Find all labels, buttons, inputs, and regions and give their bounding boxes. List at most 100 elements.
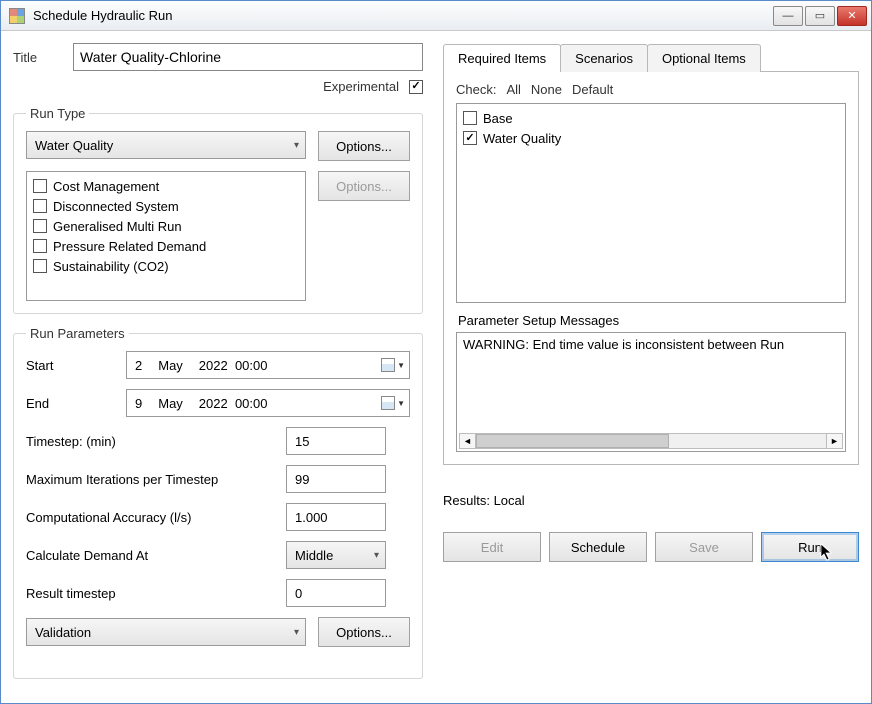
validation-row: Validation ▾ Options... xyxy=(26,617,410,647)
scroll-right-icon[interactable]: ► xyxy=(826,434,842,448)
checkbox-icon[interactable] xyxy=(33,179,47,193)
run-params-legend: Run Parameters xyxy=(26,326,129,341)
maxiter-input[interactable] xyxy=(286,465,386,493)
run-type-dropdown[interactable]: Water Quality ▾ xyxy=(26,131,306,159)
run-button[interactable]: Run xyxy=(761,532,859,562)
check-links: Check: All None Default xyxy=(456,82,846,97)
validation-dropdown[interactable]: Validation ▾ xyxy=(26,618,306,646)
psm-message: WARNING: End time value is inconsistent … xyxy=(463,337,839,352)
compacc-input[interactable] xyxy=(286,503,386,531)
schedule-button[interactable]: Schedule xyxy=(549,532,647,562)
checkbox-icon[interactable] xyxy=(33,259,47,273)
maximize-icon: ▭ xyxy=(815,9,825,22)
run-params-group: Run Parameters Start 2 May 2022 00:00 ▼ xyxy=(13,326,423,679)
start-datetime-input[interactable]: 2 May 2022 00:00 ▼ xyxy=(126,351,410,379)
left-column: Title Experimental Run Type Water Qualit… xyxy=(13,43,423,691)
list-item[interactable]: Base xyxy=(463,108,839,128)
chevron-down-icon: ▼ xyxy=(397,361,405,370)
scroll-track[interactable] xyxy=(476,434,826,448)
window: Schedule Hydraulic Run — ▭ ✕ Title Exper… xyxy=(0,0,872,704)
right-column: Required Items Scenarios Optional Items … xyxy=(443,43,859,691)
calcdemand-row: Calculate Demand At Middle ▾ xyxy=(26,541,410,569)
experimental-checkbox[interactable] xyxy=(409,80,423,94)
calendar-icon xyxy=(381,358,395,372)
chevron-down-icon: ▾ xyxy=(294,140,299,151)
calcdemand-dropdown[interactable]: Middle ▾ xyxy=(286,541,386,569)
timestep-label: Timestep: (min) xyxy=(26,434,286,449)
experimental-row: Experimental xyxy=(13,79,423,94)
compacc-label: Computational Accuracy (l/s) xyxy=(26,510,286,525)
scroll-left-icon[interactable]: ◄ xyxy=(460,434,476,448)
maxiter-label: Maximum Iterations per Timestep xyxy=(26,472,286,487)
experimental-label: Experimental xyxy=(323,79,399,94)
list-item[interactable]: Sustainability (CO2) xyxy=(33,256,299,276)
title-row: Title xyxy=(13,43,423,71)
run-type-options-button[interactable]: Options... xyxy=(318,131,410,161)
start-row: Start 2 May 2022 00:00 ▼ xyxy=(26,351,410,379)
window-title: Schedule Hydraulic Run xyxy=(33,8,765,23)
calendar-icon xyxy=(381,396,395,410)
resultts-row: Result timestep xyxy=(26,579,410,607)
results-label: Results: Local xyxy=(443,493,859,508)
minimize-icon: — xyxy=(783,10,794,22)
list-item[interactable]: Cost Management xyxy=(33,176,299,196)
checkbox-icon[interactable] xyxy=(463,111,477,125)
run-type-value: Water Quality xyxy=(35,138,113,153)
close-icon: ✕ xyxy=(847,9,856,22)
maxiter-row: Maximum Iterations per Timestep xyxy=(26,465,410,493)
titlebar: Schedule Hydraulic Run — ▭ ✕ xyxy=(1,1,871,31)
psm-box[interactable]: WARNING: End time value is inconsistent … xyxy=(456,332,846,452)
check-none-link[interactable]: None xyxy=(531,82,562,97)
horizontal-scrollbar[interactable]: ◄ ► xyxy=(459,433,843,449)
check-all-link[interactable]: All xyxy=(506,82,520,97)
scroll-thumb[interactable] xyxy=(476,434,669,448)
run-type-list[interactable]: Cost Management Disconnected System Gene… xyxy=(26,171,306,301)
chevron-down-icon: ▼ xyxy=(397,399,405,408)
list-item[interactable]: Water Quality xyxy=(463,128,839,148)
maximize-button[interactable]: ▭ xyxy=(805,6,835,26)
close-button[interactable]: ✕ xyxy=(837,6,867,26)
list-item[interactable]: Generalised Multi Run xyxy=(33,216,299,236)
checkbox-icon[interactable] xyxy=(33,239,47,253)
window-controls: — ▭ ✕ xyxy=(773,6,867,26)
checkbox-icon[interactable] xyxy=(33,219,47,233)
compacc-row: Computational Accuracy (l/s) xyxy=(26,503,410,531)
timestep-row: Timestep: (min) xyxy=(26,427,410,455)
tab-optional-items[interactable]: Optional Items xyxy=(647,44,761,72)
cursor-icon xyxy=(820,543,834,561)
scenario-list[interactable]: Base Water Quality xyxy=(456,103,846,303)
tab-pane: Check: All None Default Base Water Quali… xyxy=(443,72,859,465)
validation-options-button[interactable]: Options... xyxy=(318,617,410,647)
timestep-input[interactable] xyxy=(286,427,386,455)
end-label: End xyxy=(26,396,126,411)
resultts-label: Result timestep xyxy=(26,586,286,601)
tab-scenarios[interactable]: Scenarios xyxy=(560,44,648,72)
chevron-down-icon: ▾ xyxy=(294,627,299,638)
end-datetime-input[interactable]: 9 May 2022 00:00 ▼ xyxy=(126,389,410,417)
start-label: Start xyxy=(26,358,126,373)
tabs: Required Items Scenarios Optional Items xyxy=(443,43,859,72)
action-buttons: Edit Schedule Save Run xyxy=(443,532,859,562)
list-item[interactable]: Disconnected System xyxy=(33,196,299,216)
tab-required-items[interactable]: Required Items xyxy=(443,44,561,72)
save-button: Save xyxy=(655,532,753,562)
edit-button: Edit xyxy=(443,532,541,562)
title-input[interactable] xyxy=(73,43,423,71)
client-area: Title Experimental Run Type Water Qualit… xyxy=(1,31,871,703)
checkbox-icon[interactable] xyxy=(463,131,477,145)
title-label: Title xyxy=(13,50,63,65)
app-icon xyxy=(9,8,25,24)
minimize-button[interactable]: — xyxy=(773,6,803,26)
checkbox-icon[interactable] xyxy=(33,199,47,213)
resultts-input[interactable] xyxy=(286,579,386,607)
run-type-options2-button: Options... xyxy=(318,171,410,201)
check-default-link[interactable]: Default xyxy=(572,82,613,97)
check-prefix: Check: xyxy=(456,82,496,97)
chevron-down-icon: ▾ xyxy=(374,550,379,561)
run-type-group: Run Type Water Quality ▾ Options... Cost… xyxy=(13,106,423,314)
end-row: End 9 May 2022 00:00 ▼ xyxy=(26,389,410,417)
list-item[interactable]: Pressure Related Demand xyxy=(33,236,299,256)
psm-label: Parameter Setup Messages xyxy=(458,313,846,328)
run-type-legend: Run Type xyxy=(26,106,89,121)
calcdemand-label: Calculate Demand At xyxy=(26,548,286,563)
